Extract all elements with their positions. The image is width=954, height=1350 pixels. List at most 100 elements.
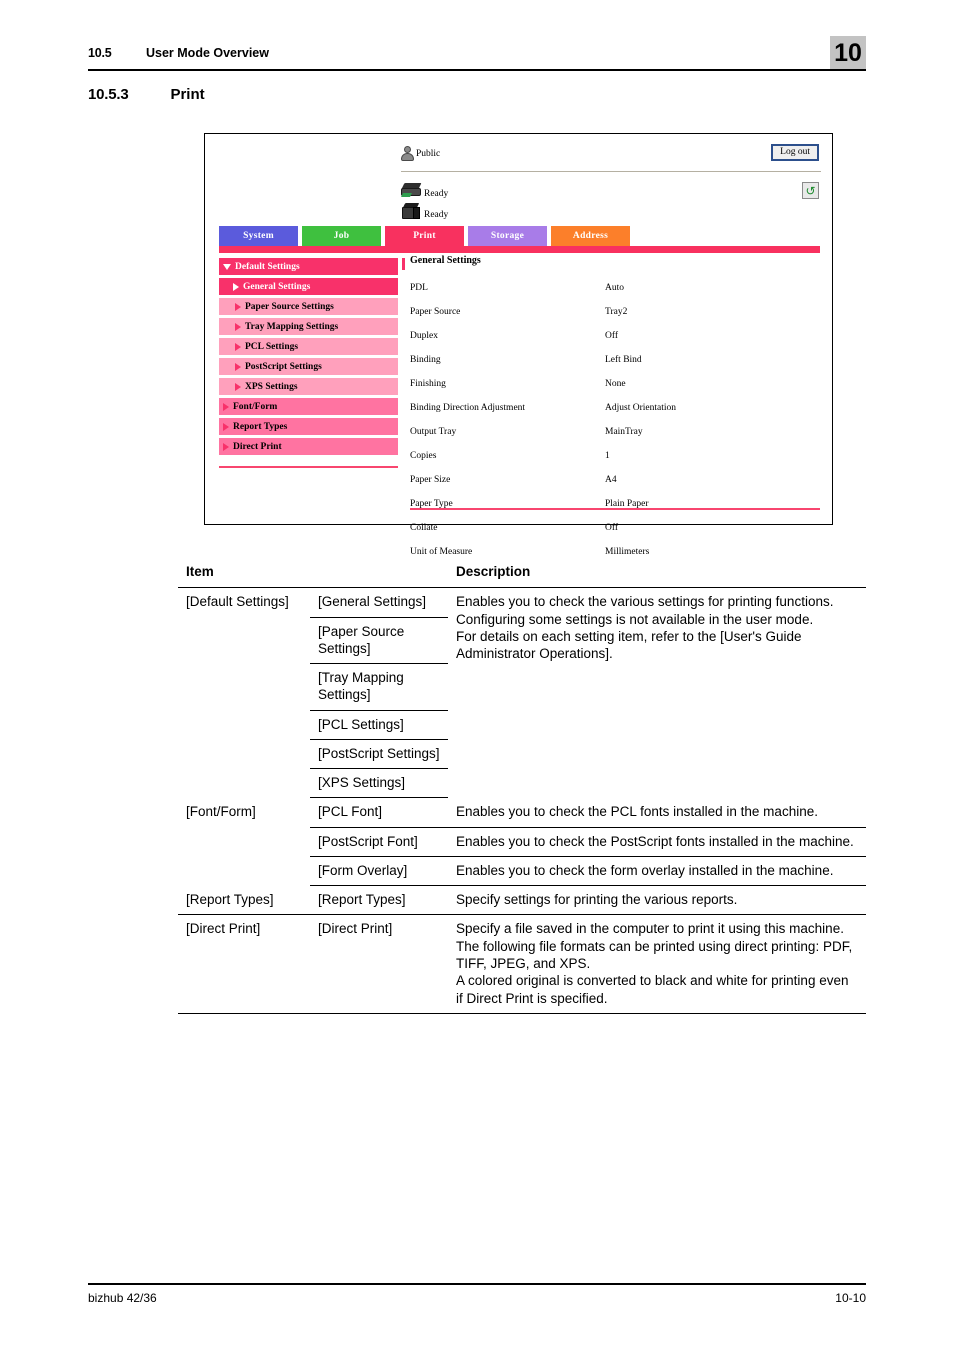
setting-value: A4 <box>605 475 617 485</box>
section-number: 10.5.3 <box>88 86 129 103</box>
device-status-label: Ready <box>424 188 449 199</box>
sidebar-item-xps-settings[interactable]: XPS Settings <box>219 378 398 395</box>
setting-label: Duplex <box>410 331 438 341</box>
sidebar-item-direct-print[interactable]: Direct Print <box>219 438 398 455</box>
setting-value: MainTray <box>605 427 643 437</box>
cell-sub: [PostScript Settings] <box>310 739 448 770</box>
table-row: [Default Settings] [General Settings] En… <box>178 587 866 661</box>
footer-page-number: 10-10 <box>835 1291 866 1305</box>
setting-row: Paper Source Tray2 <box>410 300 820 324</box>
sidebar-item-report-types[interactable]: Report Types <box>219 418 398 435</box>
cell-sub: [PCL Settings] <box>310 710 448 740</box>
setting-value: Off <box>605 523 619 533</box>
sidebar-item-label: General Settings <box>243 281 311 292</box>
cell-group: [Font/Form] <box>186 803 256 819</box>
cell-group: [Direct Print] <box>178 914 310 1014</box>
setting-value: Left Bind <box>605 355 642 365</box>
sidebar-nav: Default Settings General Settings Paper … <box>219 258 398 458</box>
table-header-row: Item Description <box>178 558 866 589</box>
setting-label: Output Tray <box>410 427 457 437</box>
sidebar-item-postscript-settings[interactable]: PostScript Settings <box>219 358 398 375</box>
device-status-label: Ready <box>424 209 449 220</box>
setting-row: Binding Direction Adjustment Adjust Orie… <box>410 396 820 420</box>
user-icon <box>401 146 415 162</box>
setting-row: Paper Size A4 <box>410 468 820 492</box>
setting-row: Binding Left Bind <box>410 348 820 372</box>
cell-sub: [PostScript Font] <box>310 827 448 857</box>
table-row: [Font/Form] [PCL Font] Enables you to ch… <box>178 797 866 828</box>
setting-value: Adjust Orientation <box>605 403 676 413</box>
setting-label: Binding Direction Adjustment <box>410 403 526 413</box>
header-section-title: User Mode Overview <box>146 46 269 60</box>
device-status-row: Ready <box>401 199 448 221</box>
sidebar-item-label: Report Types <box>233 421 288 432</box>
cell-description: Enables you to check the PostScript font… <box>448 827 866 857</box>
setting-label: PDL <box>410 283 428 293</box>
sidebar-item-general-settings[interactable]: General Settings <box>219 278 398 295</box>
cell-sub: [Tray Mapping Settings] <box>310 663 448 711</box>
chevron-right-icon <box>223 442 229 451</box>
reference-table: Item Description [Default Settings] [Gen… <box>178 558 866 1014</box>
sidebar-item-label: PostScript Settings <box>245 361 322 372</box>
sidebar-item-label: XPS Settings <box>245 381 298 392</box>
setting-label: Copies <box>410 451 437 461</box>
page-title: 10.5.3 Print <box>88 86 788 104</box>
sidebar-item-font-form[interactable]: Font/Form <box>219 398 398 415</box>
sidebar-item-label: Tray Mapping Settings <box>245 321 339 332</box>
cell-description: Specify a file saved in the computer to … <box>448 914 866 1014</box>
setting-value: Tray2 <box>605 307 628 317</box>
setting-value: Off <box>605 331 619 341</box>
setting-label: Paper Size <box>410 475 451 485</box>
cell-description: Enables you to check the various setting… <box>456 594 834 662</box>
cell-sub: [PCL Font] <box>310 797 448 828</box>
cell-group: [Report Types] <box>178 885 310 916</box>
page-header: 10.5 User Mode Overview 10 <box>88 36 866 78</box>
logout-button[interactable]: Log out <box>771 144 819 162</box>
cell-sub: [General Settings] <box>310 587 448 618</box>
setting-label: Collate <box>410 523 438 533</box>
sidebar-item-pcl-settings[interactable]: PCL Settings <box>219 338 398 355</box>
printer-icon <box>401 182 423 200</box>
sidebar-item-label: PCL Settings <box>245 341 299 352</box>
table-row: [Report Types] [Report Types] Specify se… <box>178 885 866 916</box>
cell-description: Specify settings for printing the variou… <box>448 885 866 916</box>
refresh-icon[interactable]: ↺ <box>802 182 819 199</box>
content-divider <box>410 508 820 510</box>
sidebar-item-default-settings[interactable]: Default Settings <box>219 258 398 275</box>
tab-job[interactable]: Job <box>302 226 381 246</box>
settings-panel-title: General Settings <box>410 255 481 266</box>
device-status-list: Ready Ready <box>401 178 448 220</box>
sidebar-item-tray-mapping-settings[interactable]: Tray Mapping Settings <box>219 318 398 335</box>
tab-system[interactable]: System <box>219 226 298 246</box>
cell-sub: [Direct Print] <box>310 914 448 1014</box>
sidebar-item-label: Paper Source Settings <box>245 301 334 312</box>
settings-panel: General Settings PDL Auto Paper Source T… <box>410 255 820 564</box>
tab-storage[interactable]: Storage <box>468 226 547 246</box>
tab-underline <box>219 246 820 253</box>
main-tab-bar: System Job Print Storage Address <box>219 226 820 246</box>
footer-product: bizhub 42/36 <box>88 1291 157 1305</box>
chevron-right-icon <box>223 402 229 411</box>
user-divider <box>401 171 821 172</box>
setting-row: PDL Auto <box>410 276 820 300</box>
table-row: [Direct Print] [Direct Print] Specify a … <box>178 914 866 1014</box>
printer-box-icon <box>401 203 423 221</box>
tab-print[interactable]: Print <box>385 226 464 246</box>
chevron-right-icon <box>235 302 241 311</box>
header-section-number: 10.5 <box>88 46 112 60</box>
column-header-item: Item <box>178 558 448 589</box>
user-bar: Public Log out <box>205 144 832 170</box>
setting-row: Finishing None <box>410 372 820 396</box>
setting-value: Auto <box>605 283 624 293</box>
sidebar-item-paper-source-settings[interactable]: Paper Source Settings <box>219 298 398 315</box>
cell-description: Enables you to check the PCL fonts insta… <box>448 797 866 828</box>
section-title: Print <box>170 86 205 103</box>
screenshot-figure: Public Log out Ready Ready ↺ System Job … <box>204 133 833 557</box>
sidebar-item-label: Default Settings <box>235 261 300 272</box>
tab-address[interactable]: Address <box>551 226 630 246</box>
setting-label: Paper Source <box>410 307 461 317</box>
device-status-row: Ready <box>401 178 448 200</box>
setting-row: Copies 1 <box>410 444 820 468</box>
cell-sub: [XPS Settings] <box>310 768 448 799</box>
setting-row: Collate Off <box>410 516 820 540</box>
